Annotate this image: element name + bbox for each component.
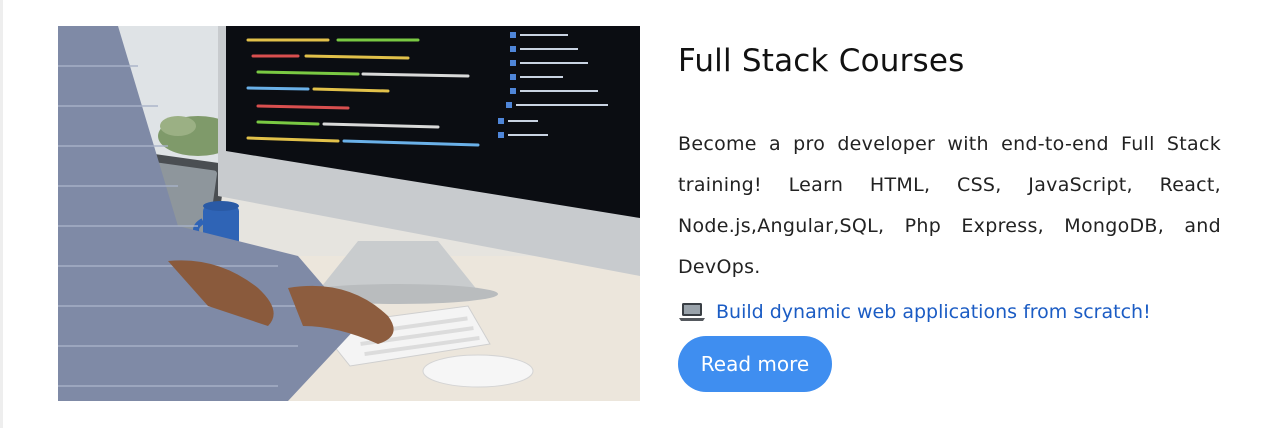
page-left-border (0, 0, 3, 428)
developer-photo-illustration (58, 26, 640, 401)
course-title: Full Stack Courses (678, 43, 965, 79)
course-description: Become a pro developer with end-to-end F… (678, 133, 1221, 278)
course-image (58, 26, 640, 401)
course-highlight-text: Build dynamic web applications from scra… (716, 301, 1151, 323)
laptop-icon (678, 301, 706, 323)
read-more-button[interactable]: Read more (678, 336, 832, 392)
course-card-content: Full Stack Courses Become a pro develope… (678, 40, 1221, 392)
course-highlight: Build dynamic web applications from scra… (678, 294, 1221, 330)
